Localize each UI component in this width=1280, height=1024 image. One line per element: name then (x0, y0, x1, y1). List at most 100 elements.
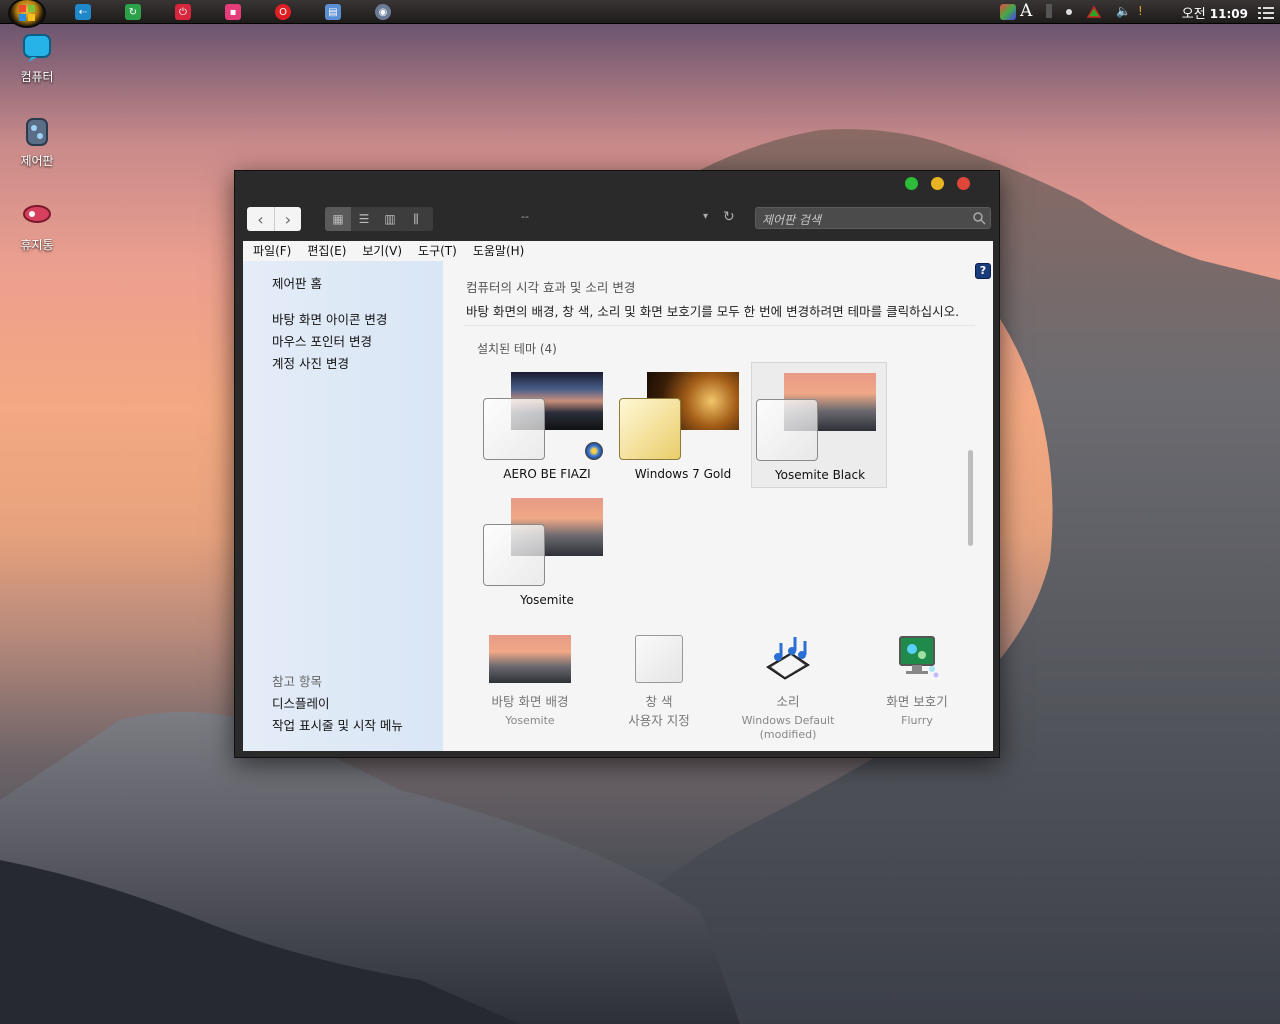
coverflow-icon: ⫼ (413, 211, 419, 226)
view-coverflow-button[interactable]: ⫼ (403, 207, 429, 231)
dropdown-arrow-icon[interactable]: ▾ (703, 211, 708, 222)
window-content: 파일(F) 편집(E) 보기(V) 도구(T) 도움말(H) 제어판 홈 바탕 … (243, 241, 993, 751)
setting-label: 바탕 화면 배경 (491, 694, 569, 709)
windows-logo-icon (19, 5, 35, 21)
grid-icon: ▦ (332, 212, 344, 226)
scrollbar-thumb[interactable] (968, 450, 973, 546)
view-icons-button[interactable]: ▦ (325, 207, 351, 231)
help-icon[interactable]: ? (975, 263, 991, 279)
settings-app-icon[interactable]: ◉ (375, 4, 391, 20)
desktop-icon-control-panel[interactable]: 제어판 (2, 116, 72, 169)
clock[interactable]: 오전 11:09 (1182, 3, 1248, 22)
power-app-icon[interactable]: ⏻ (175, 4, 191, 20)
menu-file[interactable]: 파일(F) (253, 241, 291, 261)
menu-help[interactable]: 도움말(H) (473, 241, 525, 261)
menu-tools[interactable]: 도구(T) (418, 241, 457, 261)
screen-saver-setting[interactable]: 화면 보호기 Flurry (857, 635, 977, 728)
window-color-swatch (635, 635, 683, 683)
media-app-icon[interactable]: ▪ (225, 4, 241, 20)
menu-edit[interactable]: 편집(E) (307, 241, 346, 261)
chevron-right-icon: › (284, 209, 292, 229)
left-task-pane: 제어판 홈 바탕 화면 아이콘 변경 마우스 포인터 변경 계정 사진 변경 참… (243, 261, 443, 751)
view-list-button[interactable]: ☰ (351, 207, 377, 231)
theme-window-preview (483, 524, 545, 586)
close-button[interactable] (957, 177, 970, 190)
window-color-setting[interactable]: 창 색 사용자 지정 (599, 635, 719, 728)
app-launcher-icon[interactable]: ⇠ (75, 4, 91, 20)
themes-scrollbar[interactable] (965, 326, 975, 616)
taskbar-start-menu-link[interactable]: 작업 표시줄 및 시작 메뉴 (272, 715, 403, 734)
desktop-icon-label: 휴지통 (20, 238, 54, 252)
setting-value: Yosemite (505, 714, 555, 727)
alert-icon[interactable]: ! (1138, 4, 1143, 18)
list-icon: ☰ (358, 212, 370, 226)
columns-icon: ▥ (384, 212, 396, 226)
search-input[interactable]: 제어판 검색 (755, 207, 991, 229)
volume-icon[interactable]: 🔈 (1116, 4, 1131, 18)
keyboard-icon (1046, 4, 1052, 18)
page-title: 컴퓨터의 시각 효과 및 소리 변경 (466, 280, 636, 295)
themes-list: 설치된 테마 (4) AERO BE FIAZI Windows 7 Gold (463, 325, 975, 615)
view-mode-buttons: ▦ ☰ ▥ ⫼ (325, 207, 433, 231)
opera-icon[interactable]: O (275, 4, 291, 20)
desktop-icon-label: 컴퓨터 (20, 70, 54, 84)
recycle-bin-icon (21, 200, 53, 232)
page-description: 바탕 화면의 배경, 창 색, 소리 및 화면 보호기를 모두 한 번에 변경하… (466, 304, 960, 319)
setting-label: 소리 (776, 694, 800, 709)
top-taskbar: ⇠ ↻ ⏻ ▪ O ▤ ◉ A 🔈 ! 오전 11:09 (0, 0, 1280, 28)
setting-value: 사용자 지정 (628, 713, 690, 728)
installed-themes-header: 설치된 테마 (4) (477, 342, 557, 356)
explorer-app-icon[interactable]: ▤ (325, 4, 341, 20)
computer-icon (21, 32, 53, 64)
network-icon[interactable] (1086, 4, 1102, 20)
view-columns-button[interactable]: ▥ (377, 207, 403, 231)
menu-list-icon[interactable] (1258, 5, 1274, 19)
change-desktop-icons-link[interactable]: 바탕 화면 아이콘 변경 (272, 309, 387, 328)
theme-yosemite[interactable]: Yosemite (479, 488, 615, 614)
change-mouse-pointers-link[interactable]: 마우스 포인터 변경 (272, 331, 372, 350)
theme-name: AERO BE FIAZI (503, 467, 591, 481)
theme-name: Yosemite (520, 593, 574, 607)
setting-value: Flurry (901, 714, 933, 727)
refresh-icon[interactable]: ↻ (723, 209, 735, 225)
status-dot-icon (1066, 9, 1072, 15)
main-pane: ? 컴퓨터의 시각 효과 및 소리 변경 바탕 화면의 배경, 창 색, 소리 … (443, 261, 993, 751)
clock-period: 오전 (1181, 7, 1206, 22)
control-panel-home-link[interactable]: 제어판 홈 (272, 273, 322, 292)
desktop-background-setting[interactable]: 바탕 화면 배경 Yosemite (470, 635, 590, 728)
theme-yosemite-black[interactable]: Yosemite Black (751, 362, 887, 488)
navigation-buttons: ‹ › (247, 207, 301, 231)
change-account-picture-link[interactable]: 계정 사진 변경 (272, 353, 349, 372)
menu-bar: 파일(F) 편집(E) 보기(V) 도구(T) 도움말(H) (243, 241, 993, 261)
forward-button[interactable]: › (274, 207, 301, 231)
setting-label: 창 색 (645, 694, 673, 709)
control-panel-icon (21, 116, 53, 148)
theme-aero-be-fiazi[interactable]: AERO BE FIAZI (479, 362, 615, 488)
sounds-setting[interactable]: 소리 Windows Default (modified) (728, 635, 848, 742)
menu-view[interactable]: 보기(V) (362, 241, 402, 261)
theme-window-preview (756, 399, 818, 461)
theme-name: Yosemite Black (774, 468, 866, 482)
theme-window-preview (483, 398, 545, 460)
setting-label: 화면 보호기 (886, 694, 948, 709)
minimize-button[interactable] (931, 177, 944, 190)
back-button[interactable]: ‹ (247, 207, 274, 231)
desktop-icon-recycle-bin[interactable]: 휴지통 (2, 200, 72, 253)
desktop-icon-computer[interactable]: 컴퓨터 (2, 32, 72, 85)
maximize-button[interactable] (905, 177, 918, 190)
refresh-app-icon[interactable]: ↻ (125, 4, 141, 20)
clock-time: 11:09 (1209, 7, 1248, 21)
sound-icon (747, 635, 829, 683)
theme-window-preview (619, 398, 681, 460)
display-link[interactable]: 디스플레이 (272, 693, 330, 712)
start-button[interactable] (8, 0, 46, 28)
desktop-icon-label: 제어판 (20, 154, 54, 168)
palette-icon[interactable] (1000, 4, 1016, 20)
language-indicator[interactable]: A (1020, 1, 1032, 21)
theme-windows-7-gold[interactable]: Windows 7 Gold (615, 362, 751, 488)
chevron-left-icon: ‹ (257, 209, 264, 229)
windows-badge-icon (585, 442, 603, 460)
theme-name: Windows 7 Gold (634, 467, 732, 481)
screen-saver-icon (876, 635, 958, 683)
breadcrumb[interactable]: -- (521, 210, 529, 223)
